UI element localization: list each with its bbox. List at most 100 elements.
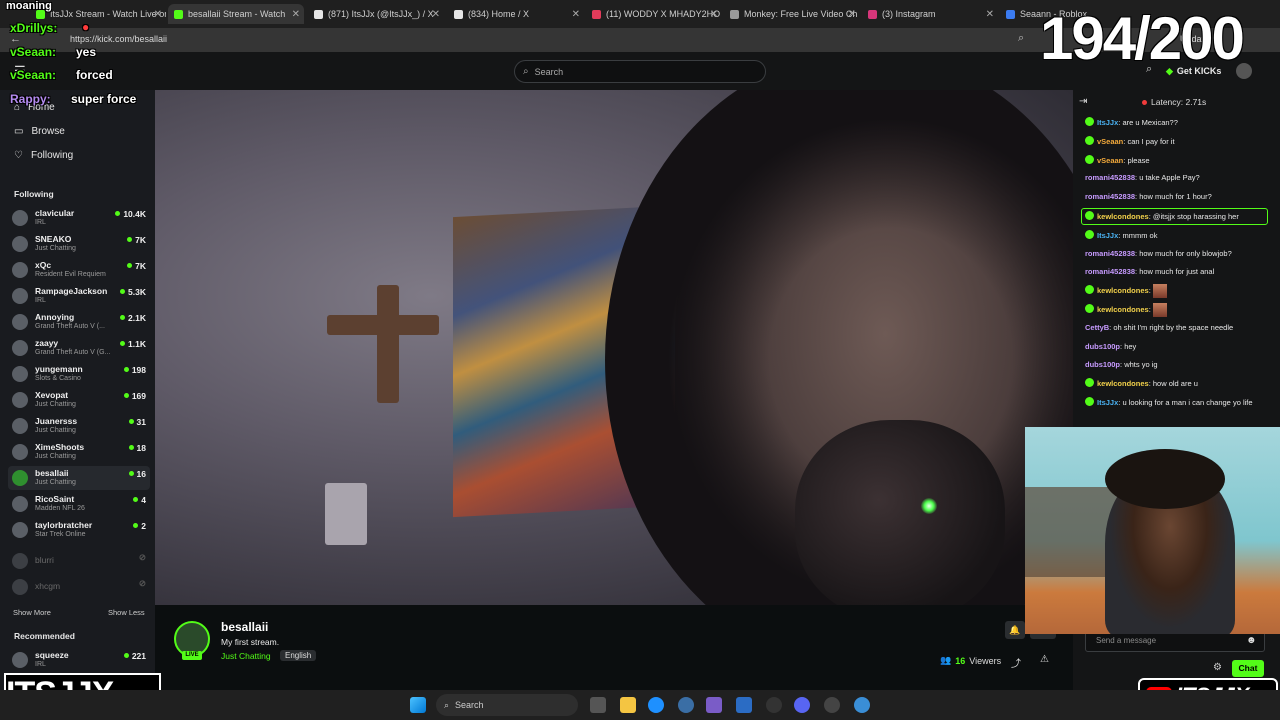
channel-name: blurri	[35, 555, 54, 565]
avatar	[12, 236, 28, 252]
close-icon[interactable]: ✕	[848, 9, 856, 20]
followed-channel[interactable]: Xevopat Just Chatting 169	[8, 388, 150, 412]
viewer-count-value: 16	[955, 655, 966, 666]
app-icon[interactable]	[766, 697, 782, 713]
followed-channel[interactable]: zaayy Grand Theft Auto V (G... 1.1K	[8, 336, 150, 360]
avatar	[12, 579, 28, 595]
close-icon[interactable]: ✕	[432, 9, 440, 20]
channel-name: zaayy	[35, 338, 59, 348]
chat-username[interactable]: kewlcondones	[1097, 305, 1149, 314]
emoji-icon[interactable]: ☻	[1246, 635, 1257, 646]
app-icon[interactable]	[706, 697, 722, 713]
zoom-icon[interactable]: ⌕	[1018, 32, 1024, 45]
chat-username[interactable]: romani452838	[1085, 173, 1135, 182]
windows-start-icon[interactable]	[410, 697, 426, 713]
followed-channel[interactable]: yungemann Slots & Casino 198	[8, 362, 150, 386]
viewer-count: 198	[123, 365, 146, 375]
chat-username[interactable]: CettyB	[1085, 323, 1109, 332]
browser-tab[interactable]: (3) Instagram ✕	[862, 4, 998, 24]
followed-channel-offline[interactable]: blurri ⊘	[8, 549, 150, 573]
chat-text: how much for 1 hour?	[1139, 192, 1212, 201]
channel-name: XimeShoots	[35, 442, 85, 452]
close-icon[interactable]: ✕	[986, 9, 994, 20]
edge-icon[interactable]	[648, 697, 664, 713]
sidebar-item-browse[interactable]: ▭ Browse	[14, 126, 65, 137]
chat-username[interactable]: vSeaan	[1097, 156, 1123, 165]
bell-icon[interactable]: 🔔	[1005, 621, 1025, 639]
chat-message: romani452838: u take Apple Pay?	[1085, 173, 1200, 182]
viewer-count-value: 7K	[135, 261, 146, 271]
show-more-button[interactable]: Show More	[13, 608, 51, 617]
followed-channel[interactable]: Juanersss Just Chatting 31	[8, 414, 150, 438]
chat-username[interactable]: kewlcondones	[1097, 212, 1149, 221]
app-icon[interactable]	[736, 697, 752, 713]
chat-username[interactable]: dubs100p	[1085, 342, 1120, 351]
close-icon[interactable]: ✕	[292, 9, 300, 20]
chat-username[interactable]: ItsJJx	[1097, 231, 1118, 240]
video-player[interactable]	[155, 90, 1073, 605]
chat-username[interactable]: kewlcondones	[1097, 379, 1149, 388]
browser-tab[interactable]: (834) Home / X ✕	[448, 4, 584, 24]
wall-cross	[377, 285, 399, 403]
chat-username[interactable]: ItsJJx	[1097, 118, 1118, 127]
chat-username[interactable]: romani452838	[1085, 267, 1135, 276]
language-tag[interactable]: English	[280, 650, 317, 661]
followed-channel-selected[interactable]: besallaii Just Chatting 16	[8, 466, 150, 490]
browser-tab-active[interactable]: besallaii Stream - Watch ✕	[168, 4, 304, 24]
channel-category: Star Trek Online	[35, 531, 86, 538]
search-input[interactable]: ⌕ Search	[514, 60, 766, 83]
close-icon[interactable]: ✕	[572, 9, 580, 20]
followed-channel[interactable]: SNEAKO Just Chatting 7K	[8, 232, 150, 256]
avatar	[12, 288, 28, 304]
followed-channel[interactable]: clavicular IRL 10.4K	[8, 206, 150, 230]
gear-icon[interactable]: ⚙	[1213, 662, 1222, 673]
taskbar-search[interactable]: ⌕ Search	[436, 694, 578, 716]
obs-icon[interactable]	[824, 697, 840, 713]
chat-username[interactable]: ItsJJx	[1097, 398, 1118, 407]
chrome-icon[interactable]	[854, 697, 870, 713]
browse-icon: ▭	[14, 126, 24, 137]
followed-channel[interactable]: RicoSaint Madden NFL 26 4	[8, 492, 150, 516]
report-icon[interactable]: ⚠	[1040, 654, 1049, 665]
youtube-favicon-icon	[592, 9, 601, 19]
stream-category[interactable]: Just Chatting	[221, 651, 271, 661]
chat-text: how much for only blowjob?	[1139, 249, 1232, 258]
sidebar-item-following[interactable]: ♡ Following	[14, 150, 73, 161]
followed-channel[interactable]: RampageJackson IRL 5.3K	[8, 284, 150, 308]
followed-channel[interactable]: xQc Resident Evil Requiem 7K	[8, 258, 150, 282]
overlay-chat-user: vSeaan:	[10, 68, 57, 82]
url-field[interactable]: https://kick.com/besallaii	[70, 34, 167, 44]
chat-send-button[interactable]: Chat	[1232, 660, 1264, 677]
live-dot-icon	[123, 653, 129, 658]
viewers-icon: 👥	[940, 655, 952, 665]
close-icon[interactable]: ✕	[710, 9, 718, 20]
show-less-button[interactable]: Show Less	[108, 608, 145, 617]
chat-username[interactable]: vSeaan	[1097, 137, 1123, 146]
file-explorer-icon[interactable]	[620, 697, 636, 713]
viewer-count: 7K	[127, 261, 146, 271]
recommended-channel[interactable]: squeeze IRL 221	[8, 648, 150, 672]
viewer-count-value: 198	[131, 365, 146, 375]
followed-channel[interactable]: taylorbratcher Star Trek Online 2	[8, 518, 150, 542]
live-dot-icon	[127, 263, 133, 268]
chat-username[interactable]: dubs100p	[1085, 360, 1120, 369]
browser-tab[interactable]: (11) WODDY X MHADY2HO ✕	[586, 4, 722, 24]
task-view-icon[interactable]	[590, 697, 606, 713]
browser-tab[interactable]: Monkey: Free Live Video Ch ✕	[724, 4, 860, 24]
followed-channel[interactable]: XimeShoots Just Chatting 18	[8, 440, 150, 464]
chat-username[interactable]: romani452838	[1085, 249, 1135, 258]
discord-icon[interactable]	[794, 697, 810, 713]
search-icon: ⌕	[444, 699, 450, 710]
browser-tab[interactable]: (871) ItsJJx (@ItsJJx_) / X ✕	[308, 4, 444, 24]
chat-text: hey	[1124, 342, 1137, 351]
app-icon[interactable]	[678, 697, 694, 713]
followed-channel[interactable]: Annoying Grand Theft Auto V (... 2.1K	[8, 310, 150, 334]
share-icon[interactable]: ⤴	[1011, 655, 1021, 670]
chat-username[interactable]: kewlcondones	[1097, 286, 1149, 295]
viewer-count-value: 31	[136, 417, 146, 427]
chat-username[interactable]: romani452838	[1085, 192, 1135, 201]
followed-channel-offline[interactable]: xhcgm ⊘	[8, 575, 150, 599]
collapse-chat-icon[interactable]: ⇥	[1079, 96, 1087, 107]
close-icon[interactable]: ✕	[154, 9, 162, 20]
streamer-name[interactable]: besallaii	[221, 620, 268, 634]
